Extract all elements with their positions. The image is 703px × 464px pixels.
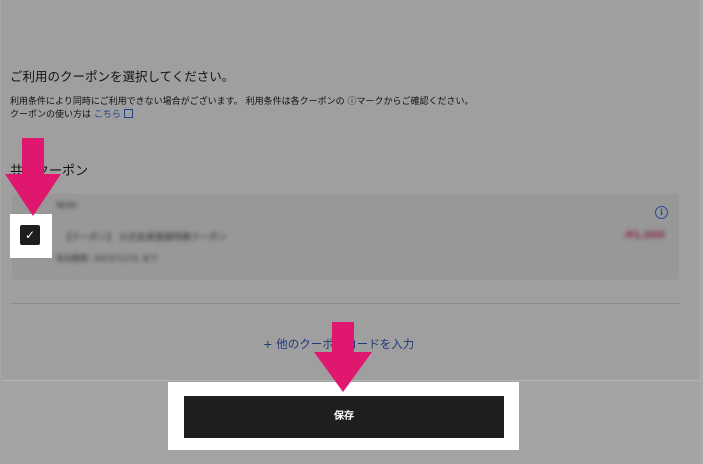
notice-line-1: 利用条件により同時にご利用できない場合がございます。 利用条件は各クーポンの ⓘ… [10, 97, 474, 107]
coupon-expiry: 有効期限: 2023/12/31 まで [56, 254, 158, 263]
save-highlight: 保存 [168, 382, 519, 450]
save-button[interactable]: 保存 [184, 396, 504, 438]
how-to-use-link[interactable]: こちら [94, 110, 121, 120]
arrow-shape-2 [314, 322, 372, 392]
coupon-name: 【クーポン】 公式会員登録特典クーポン [62, 233, 227, 243]
coupon-amount: -¥1,000 [622, 230, 665, 241]
notice-line-2-text: クーポンの使い方は [10, 110, 94, 120]
notice-line-2: クーポンの使い方は こちら [10, 109, 473, 122]
info-icon[interactable]: i [655, 206, 668, 219]
usage-notice: 利用条件により同時にご利用できない場合がございます。 利用条件は各クーポンの ⓘ… [10, 96, 473, 122]
arrow-shape [5, 138, 61, 216]
annotation-arrow-down-icon-2 [314, 322, 372, 392]
coupon-checkbox[interactable]: ✓ [20, 225, 40, 245]
checkbox-highlight: ✓ [10, 214, 52, 258]
coupon-card[interactable]: NEW! 【クーポン】 公式会員登録特典クーポン 有効期限: 2023/12/3… [12, 194, 679, 280]
dialog-title: ご利用のクーポンを選択してください。 [10, 69, 235, 84]
external-link-icon[interactable] [123, 109, 133, 118]
annotation-arrow-down-icon [5, 138, 61, 216]
divider [10, 303, 680, 304]
check-icon: ✓ [24, 228, 36, 242]
